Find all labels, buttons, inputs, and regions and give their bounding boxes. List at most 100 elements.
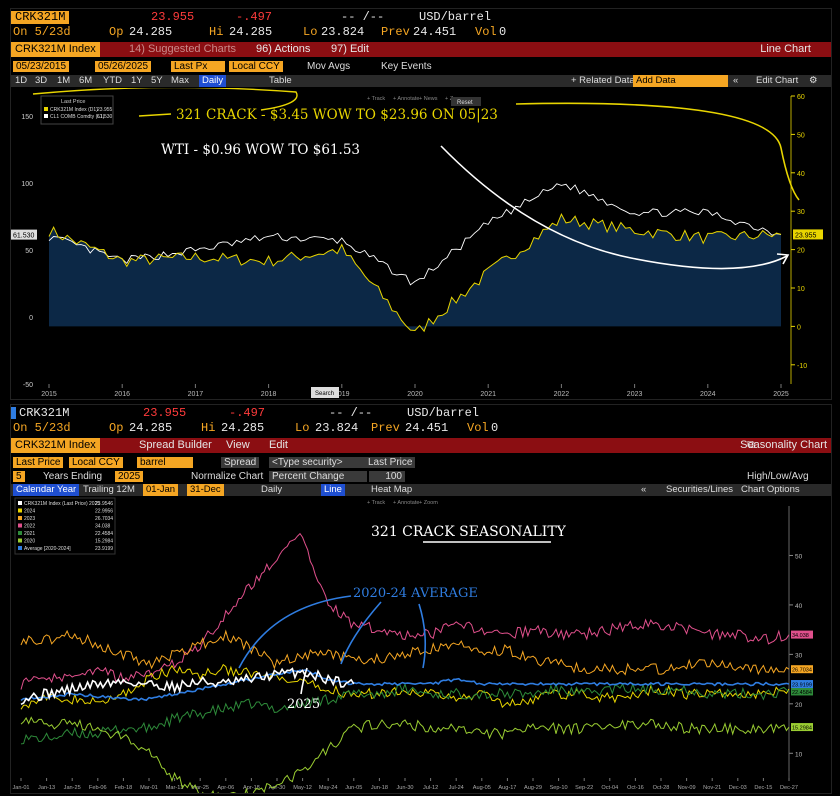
end-date-field[interactable]: 05/26/2025: [95, 61, 152, 72]
series-last-value: 34.038: [792, 633, 809, 639]
ticker-label[interactable]: CRK321M: [11, 11, 70, 24]
range-1m[interactable]: 1M: [57, 75, 70, 87]
view-menu[interactable]: View: [226, 438, 250, 453]
edit-chart-button[interactable]: Edit Chart: [756, 75, 798, 87]
range-5y[interactable]: 5Y: [151, 75, 163, 87]
volume-label: Vol: [467, 421, 489, 435]
right-axis-tick-label: 10: [797, 286, 805, 293]
legend-swatch: [44, 107, 48, 111]
price-change: -.497: [236, 10, 273, 24]
key-events-toggle[interactable]: Key Events: [381, 60, 432, 73]
line-view-tab[interactable]: Line: [321, 484, 345, 496]
x-axis-tick-label: Jun-05: [345, 785, 362, 791]
edit-menu[interactable]: 97) Edit: [331, 42, 369, 57]
field2-select[interactable]: Last Price: [365, 457, 416, 468]
x-axis-tick-label: 2020: [407, 391, 423, 398]
y-axis-tick-label: 10: [795, 751, 803, 758]
crack-last-value: 23.955: [795, 232, 817, 239]
volume-value: 0: [499, 25, 507, 39]
legend-label: 2022: [24, 524, 35, 530]
normalize-toggle[interactable]: Normalize Chart: [191, 470, 263, 483]
seasonality-line-chart[interactable]: 10 20 30 40 50 Jan-01 Jan-13 Jan-25 Feb-06 Feb-18…: [11, 496, 831, 793]
range-6m[interactable]: 6M: [79, 75, 92, 87]
securities-lines-button[interactable]: Securities/Lines: [666, 484, 733, 496]
range-3d[interactable]: 3D: [35, 75, 47, 87]
annotation-2025: 2025: [287, 697, 320, 712]
add-data-input[interactable]: Add Data: [633, 75, 728, 87]
legend-value: 61.530: [97, 114, 113, 120]
range-max[interactable]: Max: [171, 75, 189, 87]
right-axis-tick-label: 50: [797, 132, 805, 139]
legend-swatch: [18, 523, 22, 528]
legend-value: 22.9956: [95, 509, 113, 515]
options-row: Last Price Local CCY barrel Spread <Type…: [11, 456, 831, 469]
collapse-icon[interactable]: «: [641, 484, 646, 496]
ending-year-field[interactable]: 2025: [115, 471, 144, 482]
right-axis-tick-label: 30: [797, 209, 805, 216]
currency-select[interactable]: Local CCY: [229, 61, 283, 72]
range-ytd[interactable]: YTD: [103, 75, 122, 87]
legend-swatch: [44, 114, 48, 118]
wti-last-value: 61.530: [13, 233, 35, 240]
plot-background: [11, 496, 831, 793]
reset-button: Reset: [457, 100, 473, 106]
x-axis-tick-label: Dec-15: [754, 785, 772, 791]
price-unit: USD/barrel: [419, 10, 492, 24]
left-axis-tick-label: 50: [25, 248, 33, 255]
moving-averages-toggle[interactable]: Mov Avgs: [307, 60, 350, 73]
chart-options-button[interactable]: Chart Options: [741, 484, 800, 496]
actions-menu[interactable]: 96) Actions: [256, 42, 310, 57]
x-axis-tick-label: Nov-09: [678, 785, 696, 791]
suggested-charts-menu[interactable]: 14) Suggested Charts: [129, 42, 236, 57]
x-axis-tick-label: Nov-21: [703, 785, 721, 791]
from-date-field[interactable]: 01-Jan: [143, 484, 179, 496]
x-axis-tick-label: Mar-13: [166, 785, 184, 791]
high-low-avg-toggle[interactable]: High/Low/Avg: [747, 470, 809, 483]
unit-select[interactable]: barrel: [137, 457, 193, 468]
spread-builder-menu[interactable]: Spread Builder: [139, 438, 212, 453]
low-value: 23.824: [315, 421, 359, 435]
legend-label: Average [2020-2024]: [24, 546, 71, 552]
legend-value: 22.4584: [95, 531, 113, 537]
settings-gear-icon[interactable]: ⚙: [809, 75, 818, 87]
field-select[interactable]: Last Px: [171, 61, 225, 72]
frequency-select[interactable]: Daily: [199, 75, 227, 87]
right-axis-tick-label: 60: [797, 94, 805, 101]
normalize-base-field[interactable]: 100: [369, 471, 405, 482]
related-data-button[interactable]: + Related Data: [571, 75, 635, 87]
quote-stats-row: On 5/23d Op 24.285 Hi 24.285 Lo 23.824 P…: [11, 422, 831, 435]
collapse-icon[interactable]: «: [733, 75, 738, 87]
trailing-12m-tab[interactable]: Trailing 12M: [83, 484, 135, 496]
price-line-chart[interactable]: -10 0 10 20 30 40 50 60 -50 0 50 100 150 2015 2016 2017…: [11, 88, 831, 399]
security-index[interactable]: CRK321M Index: [11, 438, 100, 453]
field-select[interactable]: Last Price: [13, 457, 64, 468]
quote-time: -- /--: [329, 406, 373, 420]
security-index[interactable]: CRK321M Index: [11, 42, 100, 57]
frequency-select[interactable]: Daily: [261, 484, 282, 496]
start-date-field[interactable]: 05/23/2015: [13, 61, 70, 72]
spread-select[interactable]: Spread: [221, 457, 260, 468]
normalize-method-select[interactable]: Percent Change: [269, 471, 367, 482]
legend-swatch: [18, 501, 22, 505]
right-axis-tick-label: -10: [797, 363, 807, 370]
menu-bar: CRK321M Index 14) Suggested Charts 96) A…: [11, 42, 831, 57]
legend-label: 2020: [24, 539, 35, 545]
edit-menu[interactable]: Edit: [269, 438, 288, 453]
low-label: Lo: [303, 25, 318, 39]
to-date-field[interactable]: 31-Dec: [187, 484, 224, 496]
range-1y[interactable]: 1Y: [131, 75, 143, 87]
range-1d[interactable]: 1D: [15, 75, 27, 87]
seasonality-chart-panel: CRK321M 23.955 -.497 -- /-- USD/barrel O…: [10, 404, 832, 794]
years-count[interactable]: 5: [13, 471, 25, 482]
ticker-label[interactable]: CRK321M: [19, 407, 69, 420]
legend-value: 23.955: [97, 107, 113, 113]
calendar-year-tab[interactable]: Calendar Year: [13, 484, 80, 496]
table-view-button[interactable]: Table: [269, 75, 292, 87]
security-input[interactable]: <Type security>: [269, 457, 371, 468]
currency-select[interactable]: Local CCY: [69, 457, 123, 468]
legend-label: CRK321M Index (Last Price) 2025: [24, 501, 100, 507]
heat-map-tab[interactable]: Heat Map: [371, 484, 412, 496]
legend-header: Last Price: [61, 99, 85, 105]
open-value: 24.285: [129, 25, 173, 39]
x-axis-tick-label: 2022: [554, 391, 570, 398]
